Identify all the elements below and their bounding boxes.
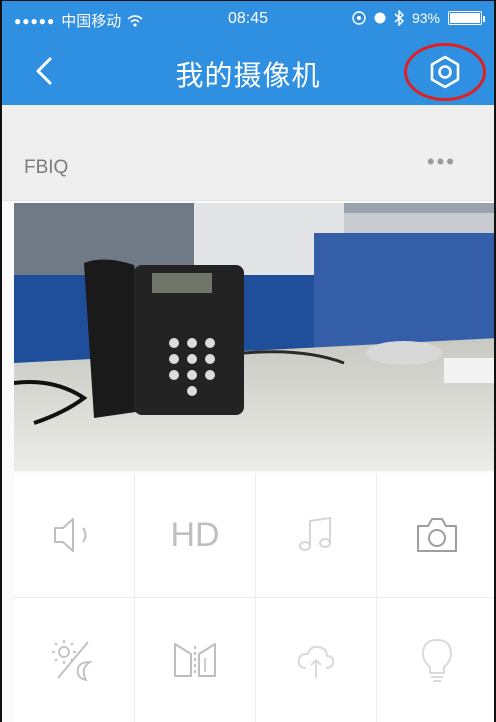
screen-lock-icon — [352, 11, 366, 25]
app-screen: ●●●●● 中国移动 08:45 93% 我的摄像机 FBIQ ••• HD — [0, 0, 496, 722]
speaker-button[interactable] — [14, 473, 135, 598]
settings-button[interactable] — [404, 43, 486, 101]
cloud-upload-icon — [297, 645, 335, 678]
music-icon — [299, 517, 331, 551]
mirror-icon — [174, 643, 216, 677]
bluetooth-icon — [394, 10, 404, 26]
day-night-button[interactable] — [14, 598, 135, 722]
device-row: FBIQ ••• — [2, 105, 494, 201]
camera-icon — [417, 518, 457, 552]
hd-button[interactable]: HD — [135, 473, 256, 598]
hd-icon: HD — [170, 515, 220, 554]
snapshot-button[interactable] — [377, 473, 494, 598]
day-night-icon — [52, 640, 94, 682]
video-frame — [14, 203, 494, 471]
speaker-icon — [54, 518, 87, 552]
camera-live-view[interactable] — [14, 203, 494, 471]
battery-fill — [450, 13, 480, 23]
mirror-flip-button[interactable] — [135, 598, 256, 722]
control-grid: HD — [14, 473, 494, 722]
status-right: 93% — [352, 10, 485, 26]
battery-percent: 93% — [411, 10, 440, 26]
alarm-icon — [374, 12, 386, 24]
light-button[interactable] — [377, 598, 494, 722]
status-bar: ●●●●● 中国移动 08:45 93% — [2, 1, 494, 39]
gear-icon[interactable] — [428, 55, 462, 89]
app-header: ●●●●● 中国移动 08:45 93% 我的摄像机 — [2, 1, 494, 105]
music-button[interactable] — [256, 473, 377, 598]
device-name: FBIQ — [24, 157, 69, 178]
cloud-upload-button[interactable] — [256, 598, 377, 722]
battery-icon — [448, 11, 485, 25]
more-options-icon[interactable]: ••• — [427, 149, 456, 175]
navigation-bar: 我的摄像机 — [2, 39, 494, 105]
lightbulb-icon — [421, 638, 453, 682]
